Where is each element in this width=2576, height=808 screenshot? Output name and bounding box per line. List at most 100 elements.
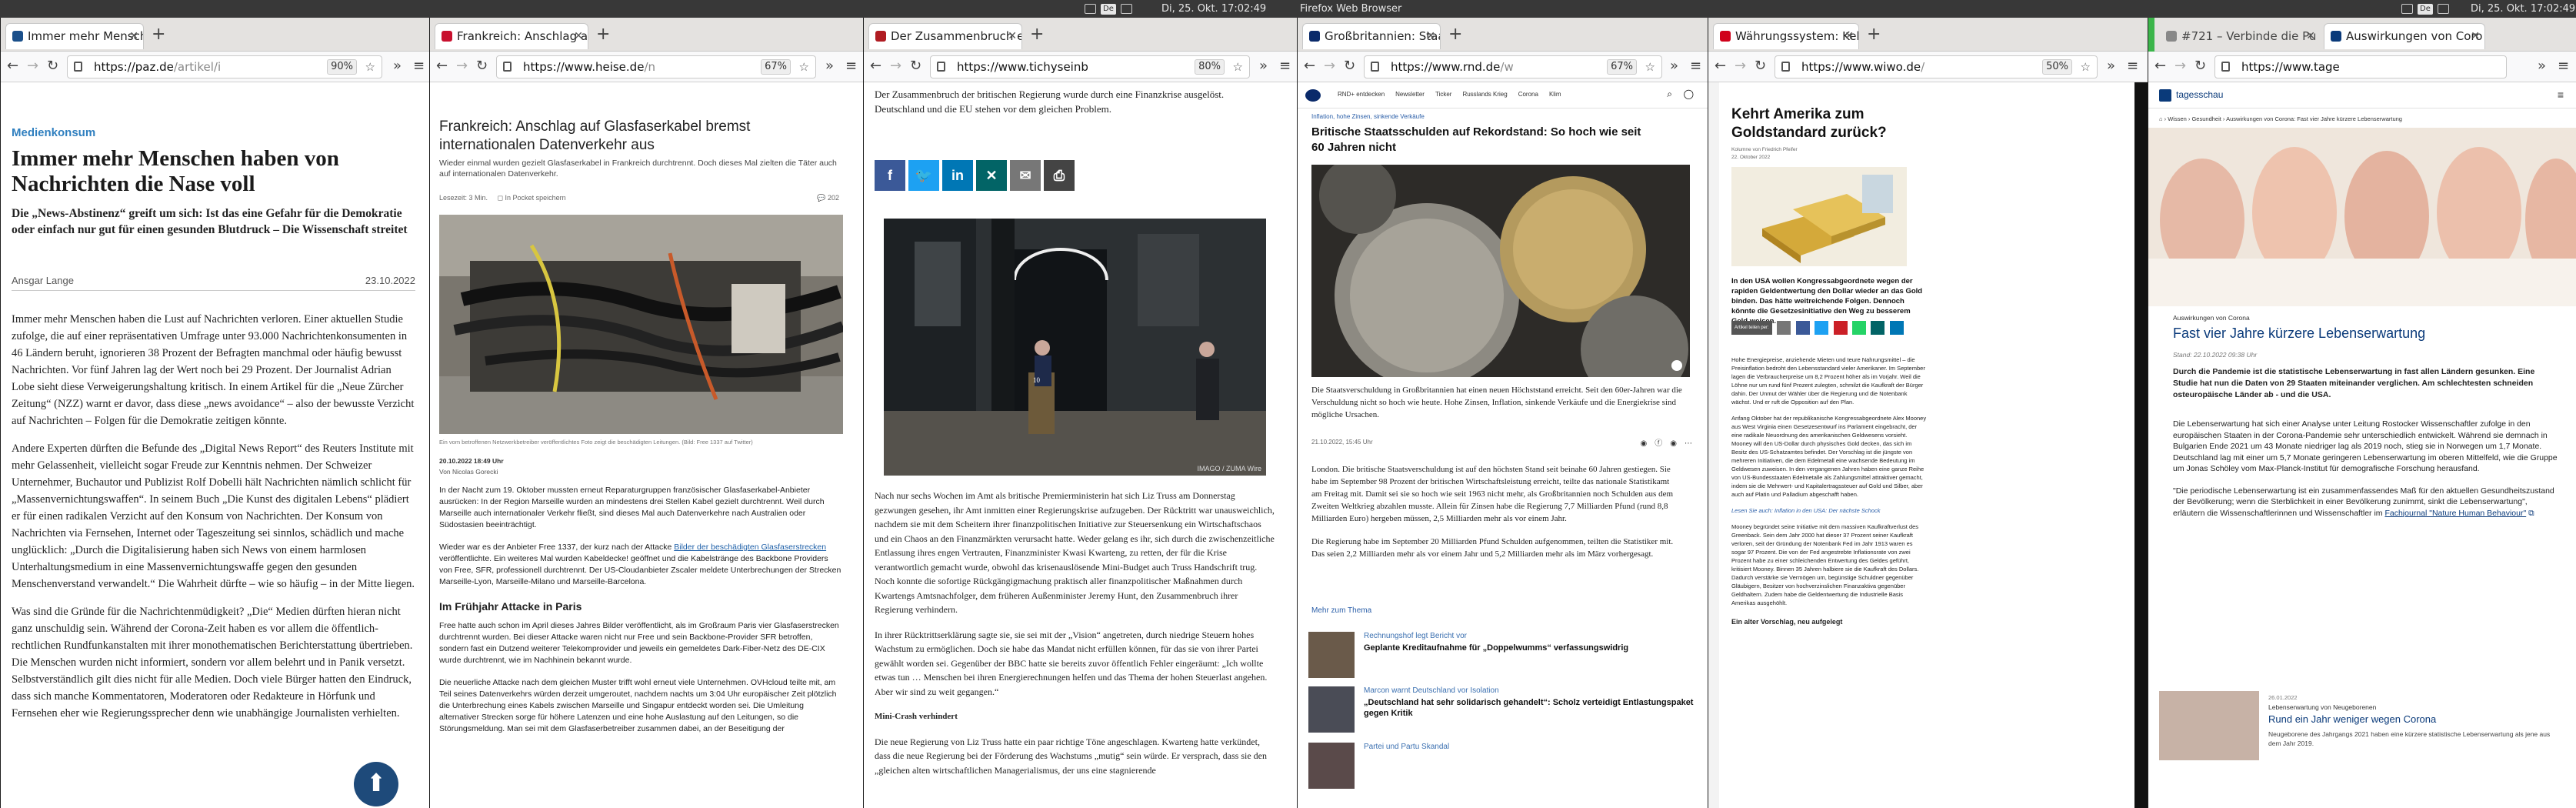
zoom-level[interactable]: 67% bbox=[761, 59, 791, 75]
overflow-menu-icon[interactable]: » bbox=[1670, 58, 1678, 75]
nav-item[interactable]: Ticker bbox=[1435, 91, 1451, 98]
nav-item[interactable]: Corona bbox=[1518, 91, 1538, 98]
overflow-menu-icon[interactable]: » bbox=[393, 58, 402, 75]
source-link[interactable]: Fachjournal "Nature Human Behaviour" bbox=[2384, 509, 2526, 518]
related-article[interactable]: Marcon warnt Deutschland vor Isolation „… bbox=[1308, 686, 1697, 736]
zoom-level[interactable]: 50% bbox=[2042, 59, 2072, 75]
close-tab-icon[interactable]: ✕ bbox=[1008, 24, 1017, 48]
network-icon[interactable] bbox=[2401, 4, 2413, 14]
tab-tichyseinblick[interactable]: Der Zusammenbruch ein ✕ bbox=[868, 23, 1022, 49]
url-bar[interactable]: https://www.tichyseinb 80% ☆ bbox=[930, 55, 1250, 78]
keyboard-layout-indicator[interactable]: De bbox=[2418, 3, 2433, 15]
back-icon[interactable]: ← bbox=[870, 58, 881, 75]
reload-icon[interactable]: ↻ bbox=[476, 58, 488, 75]
reload-icon[interactable]: ↻ bbox=[2194, 58, 2206, 75]
reload-icon[interactable]: ↻ bbox=[1344, 58, 1355, 75]
forward-icon[interactable]: → bbox=[1735, 58, 1746, 75]
overflow-menu-icon[interactable]: » bbox=[2538, 58, 2546, 75]
zoom-level[interactable]: 90% bbox=[327, 59, 357, 75]
back-icon[interactable]: ← bbox=[2154, 58, 2166, 75]
tagesschau-logo-icon[interactable] bbox=[2159, 89, 2171, 102]
url-bar[interactable]: https://www.rnd.de/w 67% ☆ bbox=[1364, 55, 1662, 78]
clock[interactable]: Di, 25. Okt. 17:02:49 bbox=[1161, 0, 1266, 18]
comment-count[interactable]: 💬 202 bbox=[817, 194, 839, 202]
forward-icon[interactable]: → bbox=[890, 58, 901, 75]
nav-item[interactable]: Klim bbox=[1549, 91, 1561, 98]
tab-tagesschau[interactable]: Auswirkungen von Coro ✕ bbox=[2324, 23, 2485, 49]
reload-icon[interactable]: ↻ bbox=[47, 58, 58, 75]
xing-share-button[interactable]: ✕ bbox=[976, 160, 1007, 191]
pinterest-share-icon[interactable] bbox=[1833, 321, 1848, 335]
new-tab-icon[interactable]: + bbox=[1030, 25, 1044, 44]
related-article[interactable]: Partei und Partu Skandal bbox=[1308, 743, 1697, 792]
battery-icon[interactable] bbox=[2437, 4, 2449, 14]
print-button[interactable]: ⎙ bbox=[1044, 160, 1075, 191]
back-icon[interactable]: ← bbox=[1715, 58, 1726, 75]
overflow-menu-icon[interactable]: » bbox=[825, 58, 834, 75]
more-share-icon[interactable]: ⋯ bbox=[1685, 439, 1692, 448]
hamburger-menu-icon[interactable]: ≡ bbox=[1690, 58, 1701, 75]
url-bar[interactable]: https://www.wiwo.de/50% ☆ bbox=[1775, 55, 2098, 78]
forward-icon[interactable]: → bbox=[1324, 58, 1335, 75]
url-bar[interactable]: https://paz.de/artikel/i 90% ☆ bbox=[67, 55, 382, 78]
reload-icon[interactable]: ↻ bbox=[1755, 58, 1766, 75]
battery-icon[interactable] bbox=[1120, 4, 1132, 14]
zoom-level[interactable]: 67% bbox=[1607, 59, 1637, 75]
xing-share-icon[interactable] bbox=[1871, 321, 1885, 335]
url-bar[interactable]: https://www.tage bbox=[2214, 55, 2507, 78]
bookmark-star-icon[interactable]: ☆ bbox=[1645, 56, 1655, 78]
read-also-link[interactable]: Lesen Sie auch: Inflation in den USA: De… bbox=[1731, 506, 1927, 515]
new-tab-icon[interactable]: + bbox=[152, 25, 165, 44]
menu-icon[interactable]: ≡ bbox=[2558, 88, 2564, 101]
twitter-share-icon[interactable]: ◉ bbox=[1670, 439, 1677, 448]
nav-item[interactable]: RND+ entdecken bbox=[1338, 91, 1385, 98]
user-icon[interactable]: ◯ bbox=[1684, 88, 1694, 99]
brand-name[interactable]: tagesschau bbox=[2176, 89, 2223, 100]
tab-wiwo[interactable]: Währungssystem: Kehrt✕ bbox=[1713, 23, 1859, 49]
scroll-to-top-button[interactable]: ⬆ bbox=[354, 762, 398, 806]
home-icon[interactable]: ⌂ bbox=[2159, 115, 2163, 122]
tab-rnd[interactable]: Großbritannien: Staats✕ bbox=[1302, 23, 1441, 49]
new-tab-icon[interactable]: + bbox=[596, 25, 610, 44]
close-tab-icon[interactable]: ✕ bbox=[129, 24, 138, 48]
close-tab-icon[interactable]: ✕ bbox=[2306, 24, 2315, 48]
tab-heise[interactable]: Frankreich: Anschlag au ✕ bbox=[435, 23, 588, 49]
forward-icon[interactable]: → bbox=[2174, 58, 2186, 75]
reload-icon[interactable]: ↻ bbox=[910, 58, 921, 75]
breadcrumb-item[interactable]: Wissen bbox=[2168, 115, 2187, 122]
tab-puzzle[interactable]: #721 – Verbinde die Pu ✕ bbox=[2159, 23, 2321, 49]
clock[interactable]: Di, 25. Okt. 17:02:49 bbox=[2471, 0, 2575, 18]
inline-link[interactable]: Bilder der beschädigten Glasfaserstrecke… bbox=[674, 543, 826, 552]
close-tab-icon[interactable]: ✕ bbox=[1845, 24, 1854, 48]
hamburger-menu-icon[interactable]: ≡ bbox=[413, 58, 425, 75]
hamburger-menu-icon[interactable]: ≡ bbox=[845, 58, 857, 75]
bookmark-star-icon[interactable]: ☆ bbox=[365, 56, 375, 78]
forward-icon[interactable]: → bbox=[27, 58, 38, 75]
zoom-level[interactable]: 80% bbox=[1195, 59, 1225, 75]
hamburger-menu-icon[interactable]: ≡ bbox=[1279, 58, 1291, 75]
twitter-share-button[interactable]: 🐦 bbox=[908, 160, 939, 191]
facebook-share-icon[interactable]: ⓕ bbox=[1655, 439, 1662, 448]
linkedin-share-icon[interactable] bbox=[1889, 321, 1904, 335]
url-bar[interactable]: https://www.heise.de/n 67% ☆ bbox=[496, 55, 816, 78]
nav-item[interactable]: Newsletter bbox=[1395, 91, 1425, 98]
twitter-share-icon[interactable] bbox=[1815, 321, 1829, 335]
breadcrumb-item[interactable]: Gesundheit bbox=[2191, 115, 2221, 122]
email-share-icon[interactable] bbox=[1777, 321, 1791, 335]
facebook-share-button[interactable]: f bbox=[875, 160, 905, 191]
back-icon[interactable]: ← bbox=[436, 58, 448, 75]
close-tab-icon[interactable]: ✕ bbox=[1426, 24, 1435, 48]
related-article[interactable]: Rechnungshof legt Bericht vor Geplante K… bbox=[1308, 632, 1697, 681]
facebook-share-icon[interactable] bbox=[1795, 321, 1810, 335]
external-link-icon[interactable]: ⧉ bbox=[2526, 509, 2534, 518]
rnd-logo[interactable] bbox=[1305, 89, 1321, 102]
back-icon[interactable]: ← bbox=[1304, 58, 1315, 75]
tab-paz[interactable]: Immer mehr Menschen✕ bbox=[5, 23, 144, 49]
back-icon[interactable]: ← bbox=[7, 58, 18, 75]
email-share-button[interactable]: ✉ bbox=[1010, 160, 1041, 191]
whatsapp-share-icon[interactable]: ◉ bbox=[1641, 439, 1648, 448]
nav-item[interactable]: Russlands Krieg bbox=[1462, 91, 1507, 98]
pocket-link[interactable]: In Pocket speichern bbox=[505, 194, 566, 202]
info-icon[interactable] bbox=[1671, 360, 1682, 371]
new-tab-icon[interactable]: + bbox=[1448, 25, 1462, 44]
